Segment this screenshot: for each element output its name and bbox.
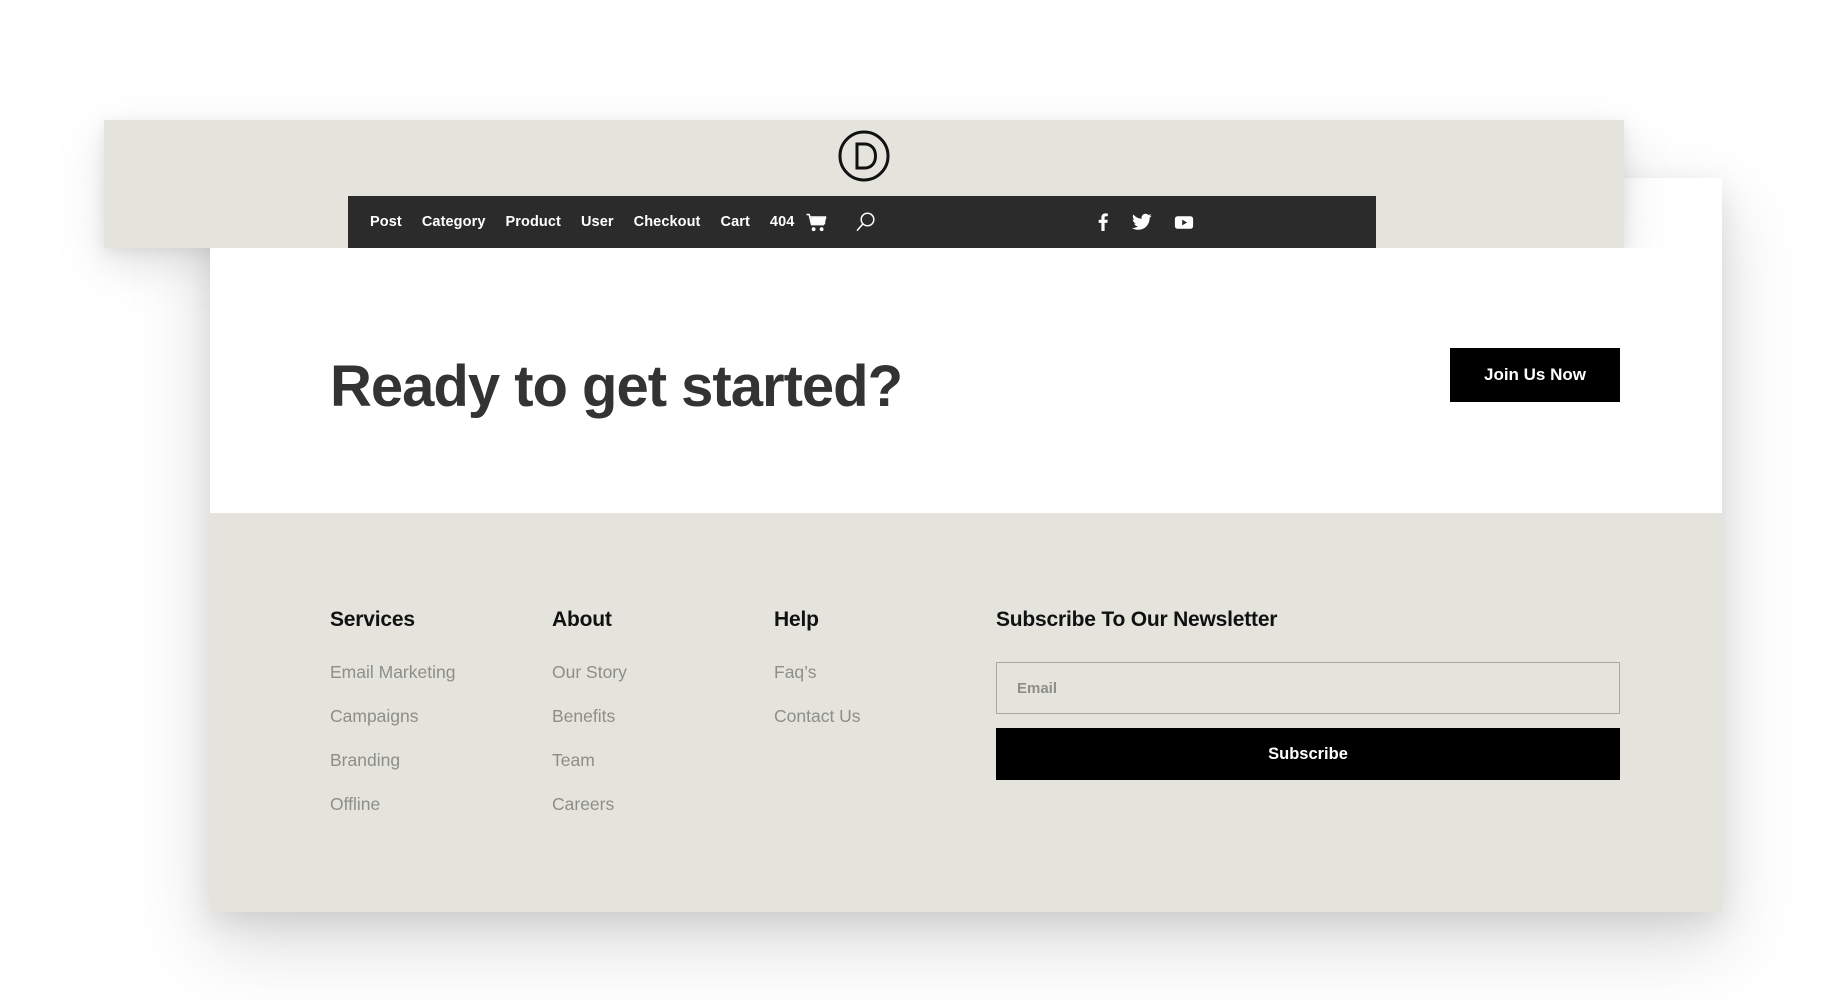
footer-link-campaigns[interactable]: Campaigns bbox=[330, 706, 552, 728]
newsletter-heading: Subscribe To Our Newsletter bbox=[996, 608, 1278, 631]
footer-heading-services: Services bbox=[330, 608, 415, 631]
logo[interactable] bbox=[104, 128, 1624, 184]
cta-heading: Ready to get started? bbox=[330, 353, 903, 419]
facebook-icon[interactable] bbox=[1094, 213, 1110, 231]
footer-link-offline[interactable]: Offline bbox=[330, 794, 552, 816]
search-icon[interactable] bbox=[855, 211, 877, 233]
footer-column-about: About Our Story Benefits Team Careers bbox=[552, 608, 774, 816]
nav-item-post[interactable]: Post bbox=[370, 214, 402, 230]
cta-section: Ready to get started? Join Us Now bbox=[210, 248, 1722, 513]
nav-item-product[interactable]: Product bbox=[505, 214, 560, 230]
footer-heading-help: Help bbox=[774, 608, 819, 631]
nav-links: Post Category Product User Checkout Cart… bbox=[370, 211, 877, 233]
footer-link-contact-us[interactable]: Contact Us bbox=[774, 706, 996, 728]
footer-link-team[interactable]: Team bbox=[552, 750, 774, 772]
footer-columns: Services Email Marketing Campaigns Brand… bbox=[330, 608, 1620, 816]
page-stage: Post Category Product User Checkout Cart… bbox=[0, 0, 1824, 1001]
footer-link-email-marketing[interactable]: Email Marketing bbox=[330, 662, 552, 684]
youtube-icon[interactable] bbox=[1174, 215, 1194, 230]
footer-link-careers[interactable]: Careers bbox=[552, 794, 774, 816]
nav-item-404[interactable]: 404 bbox=[770, 214, 795, 230]
main-navigation: Post Category Product User Checkout Cart… bbox=[348, 196, 1376, 248]
footer-link-faqs[interactable]: Faq’s bbox=[774, 662, 996, 684]
footer-column-services: Services Email Marketing Campaigns Brand… bbox=[330, 608, 552, 816]
footer-link-benefits[interactable]: Benefits bbox=[552, 706, 774, 728]
site-footer: Services Email Marketing Campaigns Brand… bbox=[210, 513, 1722, 912]
footer-column-newsletter: Subscribe To Our Newsletter Subscribe bbox=[996, 608, 1620, 816]
nav-item-checkout[interactable]: Checkout bbox=[634, 214, 701, 230]
footer-column-help: Help Faq’s Contact Us bbox=[774, 608, 996, 816]
twitter-icon[interactable] bbox=[1132, 213, 1152, 231]
nav-item-category[interactable]: Category bbox=[422, 214, 486, 230]
cta-inner: Ready to get started? Join Us Now bbox=[210, 248, 1722, 513]
cart-icon[interactable] bbox=[806, 213, 827, 232]
footer-link-branding[interactable]: Branding bbox=[330, 750, 552, 772]
footer-link-our-story[interactable]: Our Story bbox=[552, 662, 774, 684]
divi-logo-icon bbox=[838, 130, 890, 182]
nav-item-cart[interactable]: Cart bbox=[721, 214, 750, 230]
nav-item-user[interactable]: User bbox=[581, 214, 614, 230]
social-links bbox=[1094, 213, 1194, 231]
join-us-now-button[interactable]: Join Us Now bbox=[1449, 347, 1620, 402]
footer-heading-about: About bbox=[552, 608, 612, 631]
subscribe-button[interactable]: Subscribe bbox=[996, 728, 1620, 780]
newsletter-email-input[interactable] bbox=[996, 662, 1620, 714]
